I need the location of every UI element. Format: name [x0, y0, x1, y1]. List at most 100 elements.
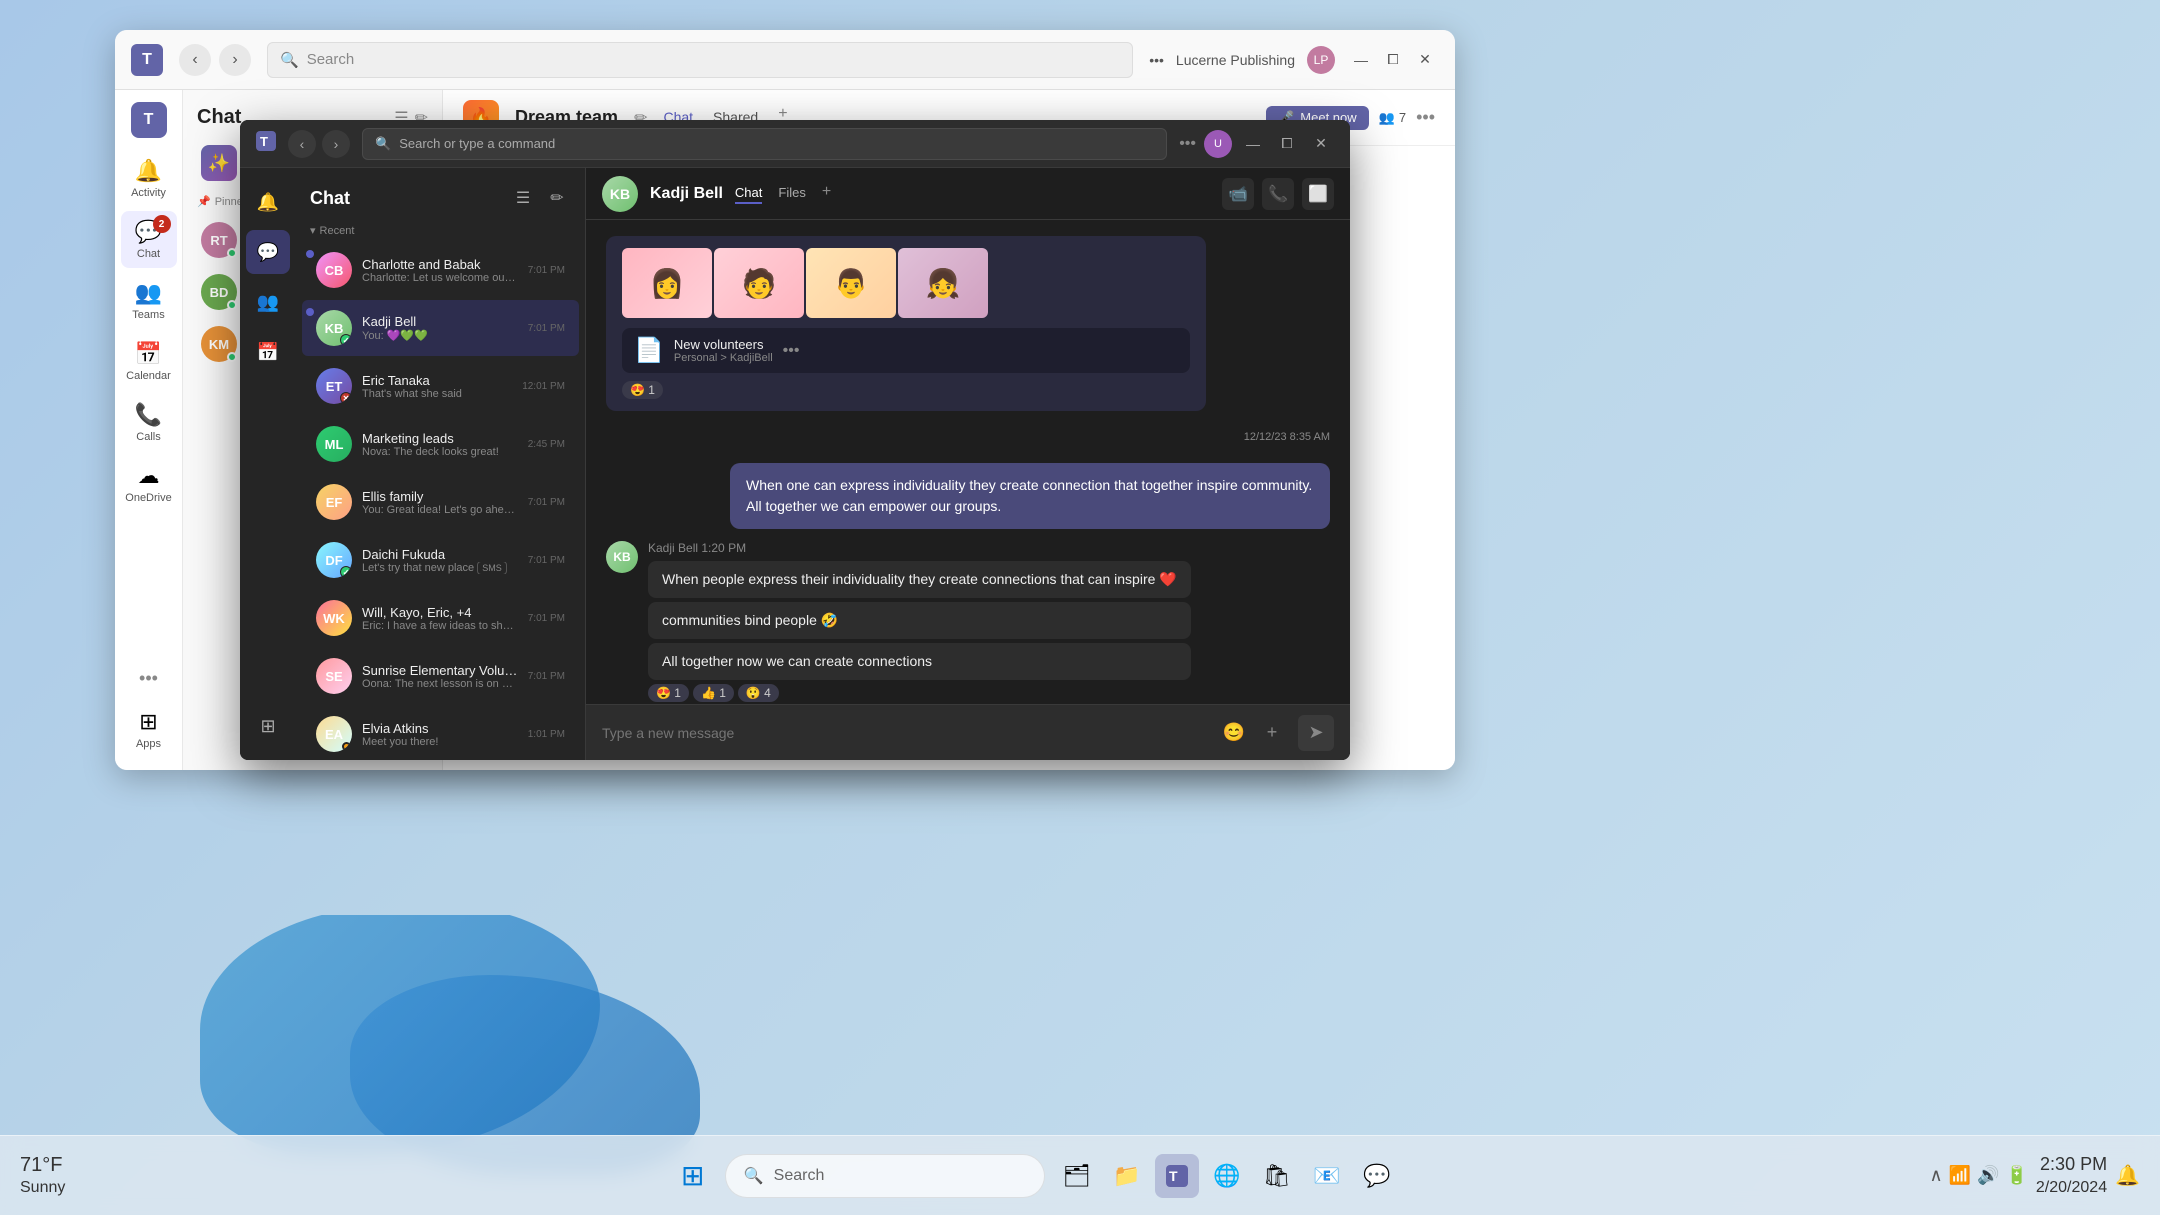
clock-date: 2/20/2024: [2036, 1177, 2107, 1199]
msg-more-button[interactable]: •••: [783, 342, 800, 360]
show-hidden-icon[interactable]: ∧: [1929, 1165, 1942, 1186]
more-options-button[interactable]: •••: [1416, 107, 1435, 128]
bg-sidebar-activity[interactable]: 🔔 Activity: [121, 150, 177, 207]
modal-minimize-button[interactable]: —: [1240, 131, 1266, 157]
bg-forward-button[interactable]: ›: [219, 44, 251, 76]
modal-maximize-button[interactable]: ⧠: [1274, 131, 1300, 157]
msg-timestamp-1: 12/12/23 8:35 AM: [606, 431, 1330, 443]
modal-tab-chat[interactable]: Chat: [735, 183, 762, 204]
modal-filter-icon[interactable]: ☰: [509, 184, 537, 212]
start-button[interactable]: ⊞: [671, 1154, 715, 1198]
reaction-pill-3[interactable]: 😲 4: [738, 684, 779, 702]
taskbar-clock[interactable]: 2:30 PM 2/20/2024: [2036, 1152, 2107, 1200]
modal-sidebar-calendar[interactable]: 📅: [246, 330, 290, 374]
windows-logo-icon: ⊞: [681, 1159, 704, 1192]
modal-chat-item-5[interactable]: DF ✓ Daichi Fukuda Let's try that new pl…: [302, 532, 579, 588]
msg-thumb-2: 🧑: [714, 248, 804, 318]
modal-message-input[interactable]: [602, 725, 1208, 741]
bg-minimize-button[interactable]: —: [1347, 46, 1375, 74]
modal-chat-title: Chat: [310, 188, 350, 209]
modal-chat-item-0[interactable]: CB Charlotte and Babak Charlotte: Let us…: [302, 242, 579, 298]
modal-tab-files[interactable]: Files: [778, 183, 805, 204]
modal-avatar-8: EA: [316, 716, 352, 752]
modal-chat-preview-7: Oona: The next lesson is on Mercury and …: [362, 678, 518, 690]
notification-center-icon[interactable]: 🔔: [2115, 1163, 2140, 1188]
audio-call-button[interactable]: 📞: [1262, 178, 1294, 210]
modal-sidebar-chat[interactable]: 💬: [246, 230, 290, 274]
taskbar-store-button[interactable]: 🛍: [1255, 1154, 1299, 1198]
bg-back-button[interactable]: ‹: [179, 44, 211, 76]
video-call-button[interactable]: 📹: [1222, 178, 1254, 210]
msg-thumb-1: 👩: [622, 248, 712, 318]
activity-label: Activity: [131, 187, 166, 199]
people-icon: 👥: [1379, 110, 1395, 126]
modal-avatar-4: EF: [316, 484, 352, 520]
modal-search-bar[interactable]: 🔍 Search or type a command: [362, 128, 1167, 160]
modal-back-button[interactable]: ‹: [288, 130, 316, 158]
modal-topbar-actions: 📹 📞 ⬜: [1222, 178, 1334, 210]
bg-close-button[interactable]: ✕: [1411, 46, 1439, 74]
wifi-icon[interactable]: 📶: [1949, 1165, 1971, 1186]
bg-sidebar-teams[interactable]: 👥 Teams: [121, 272, 177, 329]
teams-icon: 👥: [135, 280, 162, 306]
modal-sidebar: 🔔 💬 👥 📅 ⊞: [240, 168, 296, 760]
modal-sidebar-teams[interactable]: 👥: [246, 280, 290, 324]
bg-more-apps-icon[interactable]: •••: [131, 660, 166, 697]
copilot-icon: ✨: [201, 145, 237, 181]
taskbar-explorer-button[interactable]: 📁: [1105, 1154, 1149, 1198]
bg-sidebar: T 🔔 Activity 💬 Chat 2 👥 Teams 📅 Calendar…: [115, 90, 183, 770]
modal-chat-item-3[interactable]: ML Marketing leads Nova: The deck looks …: [302, 416, 579, 472]
more-options-icon[interactable]: •••: [1149, 52, 1164, 68]
onedrive-label: OneDrive: [125, 492, 171, 504]
bg-sidebar-calendar[interactable]: 📅 Calendar: [121, 333, 177, 390]
modal-chat-item-1[interactable]: KB ✓ Kadji Bell You: 💜💚💚 7:01 PM: [302, 300, 579, 356]
msg-file-attachment[interactable]: 📄 New volunteers Personal > KadjiBell ••…: [622, 328, 1190, 373]
modal-avatar-6: WK: [316, 600, 352, 636]
teams-chat-modal: T ‹ › 🔍 Search or type a command ••• U —…: [240, 120, 1350, 760]
modal-chat-item-7[interactable]: SE Sunrise Elementary Volunteers Oona: T…: [302, 648, 579, 704]
attach-button[interactable]: +: [1256, 717, 1288, 749]
bg-maximize-button[interactable]: ⧠: [1379, 46, 1407, 74]
bg-sidebar-calls[interactable]: 📞 Calls: [121, 394, 177, 451]
modal-chat-item-8[interactable]: EA Elvia Atkins Meet you there! 1:01 PM: [302, 706, 579, 760]
contact-name: Kadji Bell: [650, 185, 723, 203]
reaction-pill-0[interactable]: 😍 1: [622, 381, 663, 399]
modal-chat-item-6[interactable]: WK Will, Kayo, Eric, +4 Eric: I have a f…: [302, 590, 579, 646]
taskbar-teams-button[interactable]: T: [1155, 1154, 1199, 1198]
bg-sidebar-onedrive[interactable]: ☁ OneDrive: [121, 455, 177, 512]
reaction-pill-1[interactable]: 😍 1: [648, 684, 689, 702]
modal-chat-item-4[interactable]: EF Ellis family You: Great idea! Let's g…: [302, 474, 579, 530]
share-screen-button[interactable]: ⬜: [1302, 178, 1334, 210]
modal-avatar-7: SE: [316, 658, 352, 694]
taskbar-widgets-button[interactable]: 🗂: [1055, 1154, 1099, 1198]
modal-sidebar-apps[interactable]: ⊞: [246, 704, 290, 748]
modal-close-button[interactable]: ✕: [1308, 131, 1334, 157]
bg-nav: ‹ ›: [179, 44, 251, 76]
emoji-picker-button[interactable]: 😊: [1218, 717, 1250, 749]
modal-chat-item-2[interactable]: ET ✕ Eric Tanaka That's what she said 12…: [302, 358, 579, 414]
online-badge-5: ✓: [340, 566, 352, 578]
svg-text:T: T: [260, 134, 268, 149]
bg-sidebar-chat[interactable]: 💬 Chat 2: [121, 211, 177, 268]
bg-search-bar[interactable]: 🔍 Search: [267, 42, 1133, 78]
volume-icon[interactable]: 🔊: [1977, 1165, 1999, 1186]
taskbar-search-bar[interactable]: 🔍 Search: [725, 1154, 1045, 1198]
reaction-pill-2[interactable]: 👍 1: [693, 684, 734, 702]
taskbar-teams2-button[interactable]: 💬: [1355, 1154, 1399, 1198]
modal-forward-button[interactable]: ›: [322, 130, 350, 158]
modal-sidebar-bell[interactable]: 🔔: [246, 180, 290, 224]
modal-avatar-3: ML: [316, 426, 352, 462]
send-button[interactable]: ➤: [1298, 715, 1334, 751]
modal-compose-icon[interactable]: ✏: [543, 184, 571, 212]
modal-chat-preview-8: Meet you there!: [362, 736, 518, 748]
modal-chat-name-3: Marketing leads: [362, 431, 518, 446]
modal-more-icon[interactable]: •••: [1179, 135, 1196, 153]
modal-avatar-5: DF ✓: [316, 542, 352, 578]
taskbar-center: ⊞ 🔍 Search 🗂 📁 T 🌐 🛍 📧 💬: [140, 1154, 1929, 1198]
modal-chat-preview-5: Let's try that new place SMS: [362, 562, 518, 574]
taskbar-outlook-button[interactable]: 📧: [1305, 1154, 1349, 1198]
add-tab-button[interactable]: +: [822, 183, 831, 204]
bg-sidebar-apps[interactable]: ⊞ Apps: [121, 701, 177, 758]
battery-icon[interactable]: 🔋: [2005, 1165, 2027, 1186]
taskbar-edge-button[interactable]: 🌐: [1205, 1154, 1249, 1198]
